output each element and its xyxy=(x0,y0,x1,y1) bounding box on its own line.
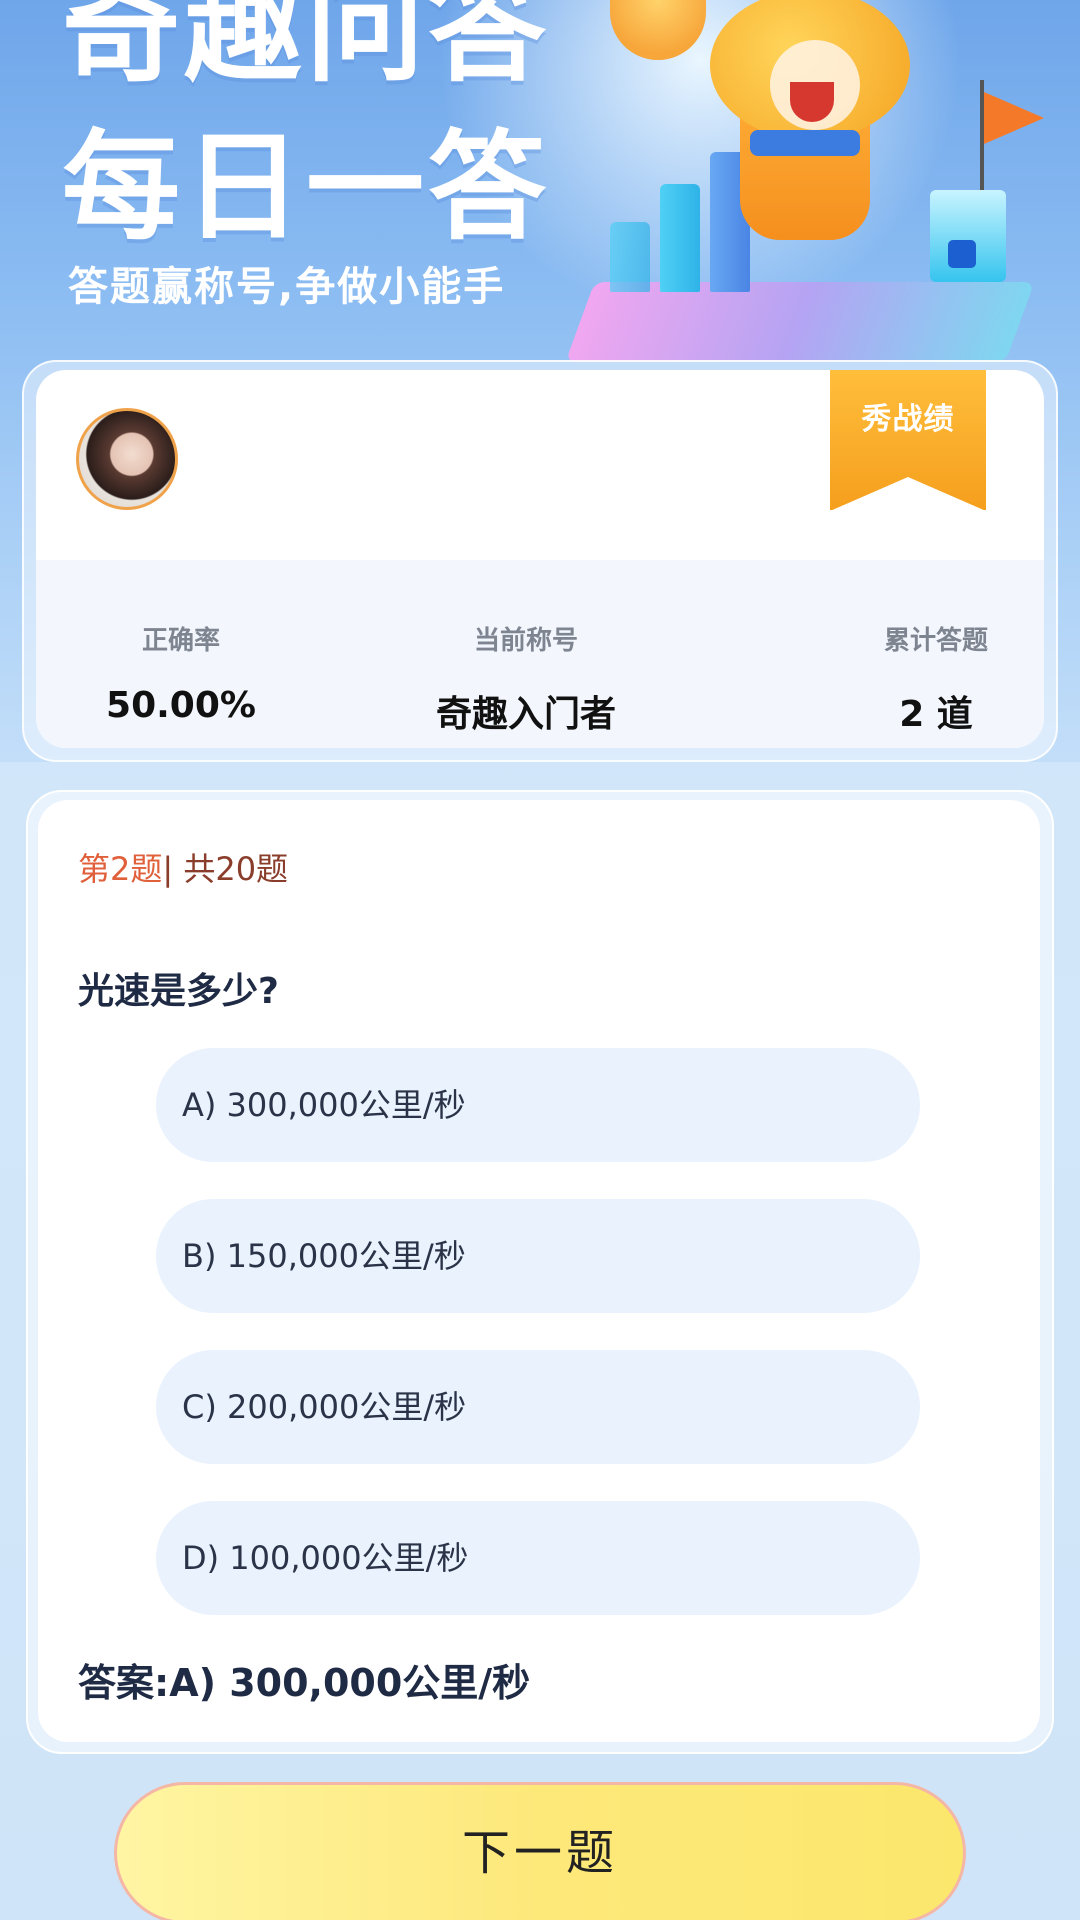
question-progress-total: | 共20题 xyxy=(162,850,289,888)
question-card: 第2题| 共20题 光速是多少? A) 300,000公里/秒 B) 150,0… xyxy=(38,800,1040,1742)
show-record-button[interactable]: 秀战绩 xyxy=(830,370,986,511)
question-progress-current: 第2题 xyxy=(78,850,163,888)
question-progress: 第2题| 共20题 xyxy=(78,844,288,890)
logo-icon xyxy=(948,240,976,268)
stats-card: 秀战绩 正确率 50.00% 当前称号 奇趣入门者 累计答题 2 道 xyxy=(36,370,1044,748)
stat-total-value: 2 道 xyxy=(899,694,973,735)
stat-title-label: 当前称号 xyxy=(473,626,578,656)
cube-decoration xyxy=(930,190,1006,282)
option-b[interactable]: B) 150,000公里/秒 xyxy=(156,1199,920,1313)
avatar[interactable] xyxy=(76,408,178,510)
banner-title-line2: 每日一答 xyxy=(62,118,551,256)
option-d[interactable]: D) 100,000公里/秒 xyxy=(156,1501,920,1615)
stat-accuracy-label: 正确率 xyxy=(141,626,220,656)
stat-accuracy: 正确率 50.00% xyxy=(86,620,276,726)
stat-title: 当前称号 奇趣入门者 xyxy=(396,620,656,737)
banner-subtitle: 答题赢称号,争做小能手 xyxy=(68,264,506,310)
stat-total-label: 累计答题 xyxy=(883,626,988,656)
answer-text: 答案:A) 300,000公里/秒 xyxy=(78,1661,531,1705)
mascot-scarf xyxy=(750,130,860,156)
coin-icon xyxy=(610,0,706,60)
next-question-button[interactable]: 下一题 xyxy=(114,1782,966,1920)
stat-total: 累计答题 2 道 xyxy=(856,620,1016,737)
quiz-page: 奇趣问答 每日一答 答题赢称号,争做小能手 秀战绩 正确率 50.00% 当前称… xyxy=(0,0,1080,1920)
platform-decoration xyxy=(565,282,1035,362)
banner-title-line1: 奇趣问答 xyxy=(62,0,551,98)
show-record-label: 秀战绩 xyxy=(861,402,955,437)
bar-decoration xyxy=(610,222,650,292)
bar-decoration xyxy=(660,184,700,292)
stat-accuracy-value: 50.00% xyxy=(106,685,256,726)
option-a[interactable]: A) 300,000公里/秒 xyxy=(156,1048,920,1162)
stat-title-value: 奇趣入门者 xyxy=(435,694,616,735)
question-text: 光速是多少? xyxy=(78,971,279,1012)
flag-icon xyxy=(984,92,1044,144)
mascot-illustration xyxy=(560,0,1080,370)
option-c[interactable]: C) 200,000公里/秒 xyxy=(156,1350,920,1464)
